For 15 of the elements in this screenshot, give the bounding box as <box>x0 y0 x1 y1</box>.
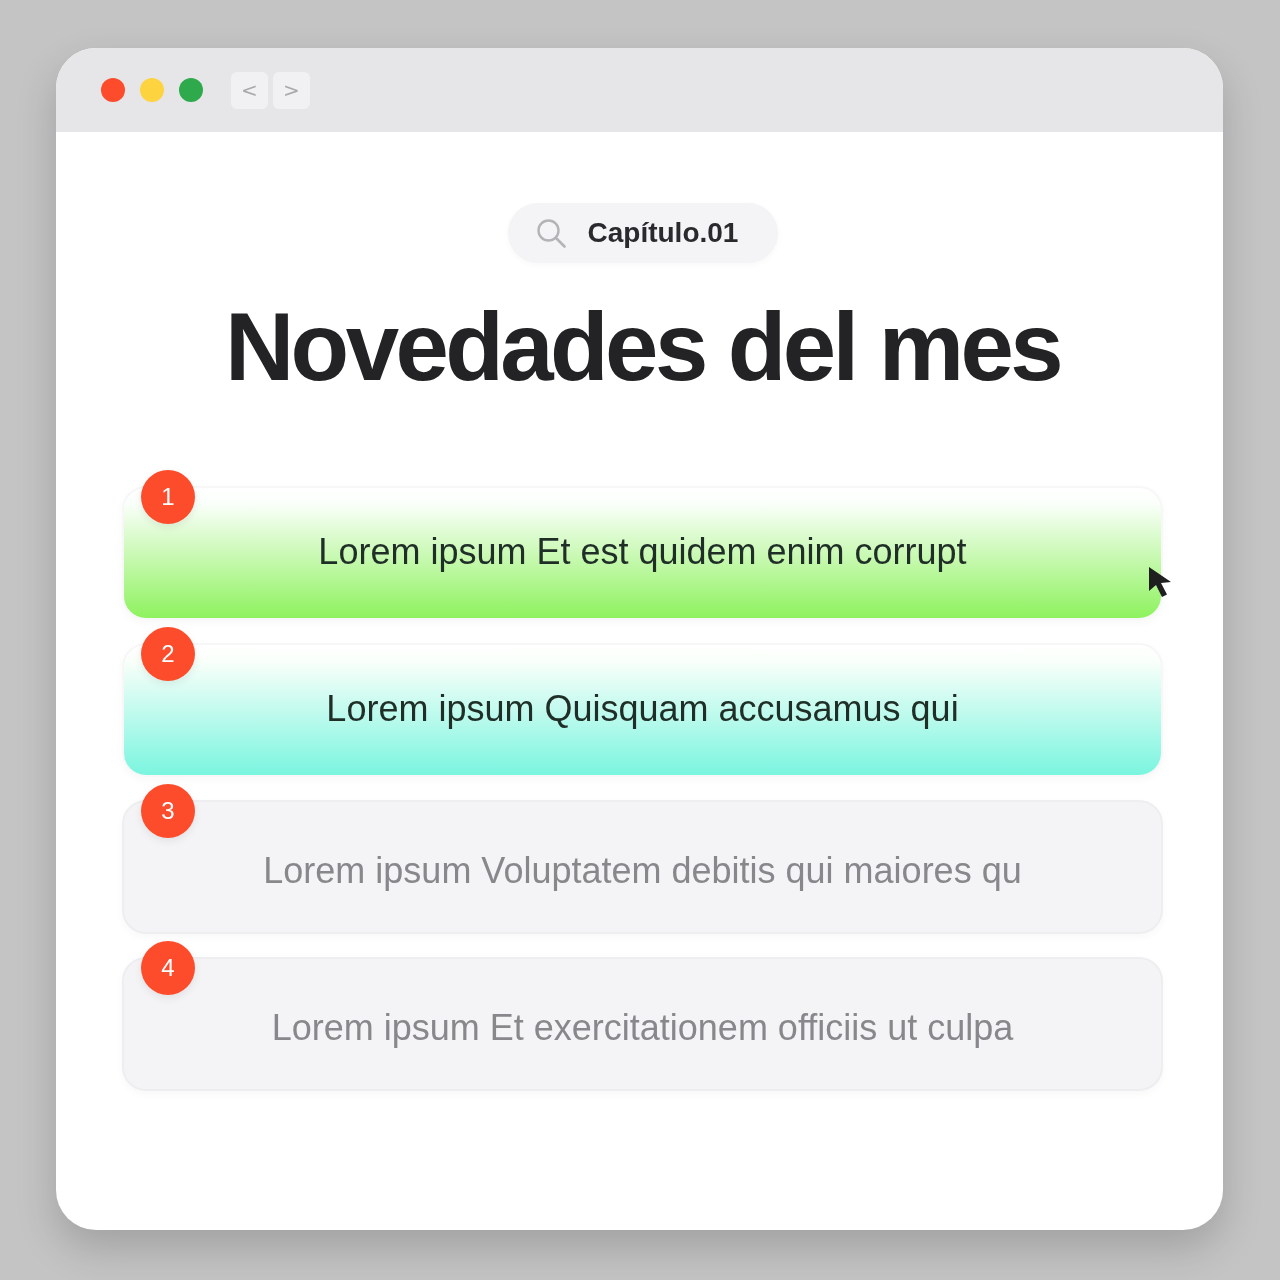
item-title: Lorem ipsum Et exercitationem officiis ut culpa <box>271 1006 1014 1049</box>
search-icon <box>536 218 566 248</box>
page-title: Novedades del mes <box>224 297 1061 398</box>
search-field[interactable]: Capítulo.01 <box>507 203 778 263</box>
close-icon[interactable] <box>101 78 125 102</box>
item-title: Lorem ipsum Quisquam accusamus qui <box>326 687 959 730</box>
number-badge: 3 <box>141 783 195 838</box>
forward-button[interactable]: > <box>273 71 310 109</box>
item-title: Lorem ipsum Et est quidem enim corrupt <box>318 530 967 573</box>
back-button[interactable]: < <box>231 71 268 109</box>
number-badge: 2 <box>141 626 195 681</box>
maximize-icon[interactable] <box>179 78 203 102</box>
item-title: Lorem ipsum Voluptatem debitis qui maiores qu <box>263 849 1022 892</box>
number-badge: 4 <box>141 940 195 995</box>
number-badge: 1 <box>141 469 195 524</box>
